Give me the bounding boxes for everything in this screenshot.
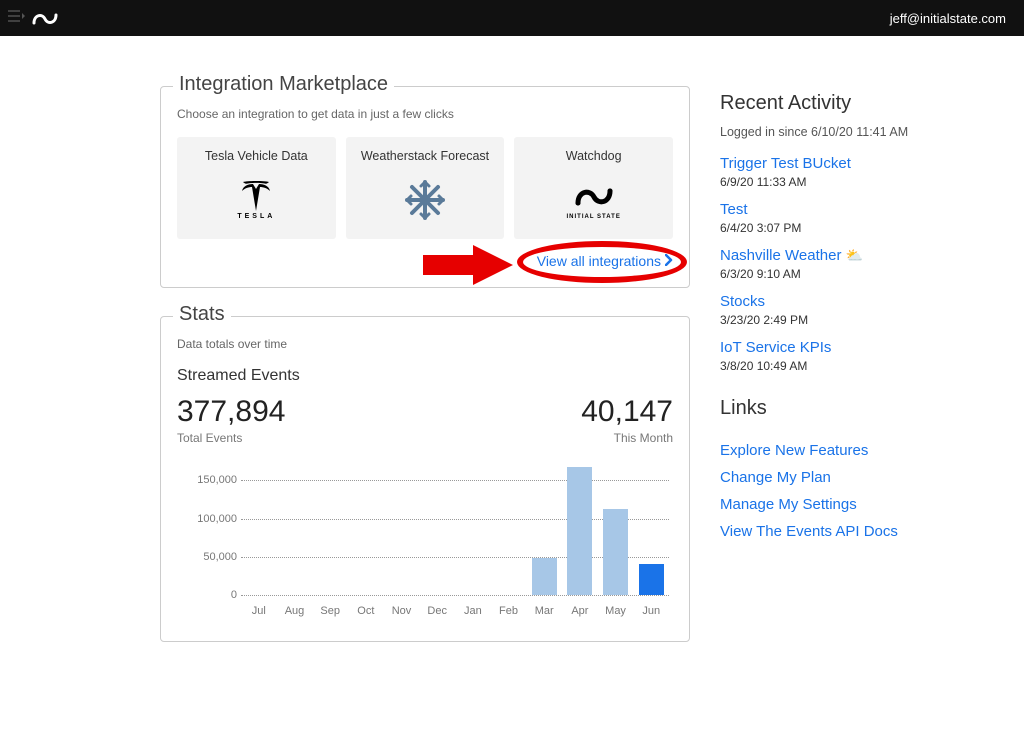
stats-title: Stats	[173, 303, 231, 326]
activity-link[interactable]: Stocks	[720, 293, 765, 310]
main-column: Integration Marketplace Choose an integr…	[160, 86, 690, 670]
integration-card-watchdog[interactable]: Watchdog INITIAL STATE	[514, 137, 673, 239]
stats-section-header: Streamed Events	[177, 367, 673, 385]
xtick-label: Jan	[455, 605, 491, 617]
annotation-arrow	[423, 245, 513, 290]
bar-slot	[455, 465, 491, 595]
bar-slot	[633, 465, 669, 595]
bar-slot	[384, 465, 420, 595]
month-events-label: This Month	[581, 431, 673, 445]
activity-time: 3/8/20 10:49 AM	[720, 359, 980, 373]
chevron-right-icon	[665, 253, 673, 269]
total-events-value: 377,894	[177, 395, 285, 429]
view-all-integrations-link[interactable]: View all integrations	[537, 253, 673, 269]
page-body: Integration Marketplace Choose an integr…	[0, 36, 1024, 710]
bar-slot	[491, 465, 527, 595]
marketplace-panel: Integration Marketplace Choose an integr…	[160, 86, 690, 288]
xtick-label: Oct	[348, 605, 384, 617]
view-all-label: View all integrations	[537, 253, 661, 269]
ytick-label: 150,000	[187, 474, 237, 486]
bar-slot	[562, 465, 598, 595]
total-events-label: Total Events	[177, 431, 285, 445]
activity-item: Trigger Test BUcket 6/9/20 11:33 AM	[720, 155, 980, 189]
snowflake-icon	[403, 171, 447, 229]
integration-card-tesla[interactable]: Tesla Vehicle Data TESLA	[177, 137, 336, 239]
bar-slot	[277, 465, 313, 595]
bar[interactable]	[532, 558, 557, 595]
xtick-label: Jul	[241, 605, 277, 617]
xtick-label: Aug	[277, 605, 313, 617]
bar-slot	[348, 465, 384, 595]
user-email[interactable]: jeff@initialstate.com	[890, 11, 1006, 26]
sidebar: Recent Activity Logged in since 6/10/20 …	[720, 86, 980, 670]
stats-panel: Stats Data totals over time Streamed Eve…	[160, 316, 690, 642]
menu-icon[interactable]	[8, 9, 26, 28]
month-events-block: 40,147 This Month	[581, 395, 673, 445]
activity-time: 6/3/20 9:10 AM	[720, 267, 980, 281]
side-link[interactable]: Manage My Settings	[720, 496, 980, 513]
activity-item: Test 6/4/20 3:07 PM	[720, 201, 980, 235]
topbar-left	[8, 7, 60, 29]
ytick-label: 100,000	[187, 513, 237, 525]
weather-icon: ⛅	[845, 247, 862, 264]
activity-time: 6/9/20 11:33 AM	[720, 175, 980, 189]
xtick-label: Mar	[526, 605, 562, 617]
xtick-label: Feb	[491, 605, 527, 617]
topbar: jeff@initialstate.com	[0, 0, 1024, 36]
bar[interactable]	[639, 564, 664, 595]
bar[interactable]	[603, 509, 628, 595]
month-events-value: 40,147	[581, 395, 673, 429]
activity-link[interactable]: Nashville Weather⛅	[720, 247, 863, 264]
activity-time: 6/4/20 3:07 PM	[720, 221, 980, 235]
marketplace-subtitle: Choose an integration to get data in jus…	[177, 107, 673, 121]
xtick-label: Jun	[633, 605, 669, 617]
gridline	[241, 595, 669, 596]
marketplace-title: Integration Marketplace	[173, 73, 394, 96]
recent-activity-list: Trigger Test BUcket 6/9/20 11:33 AM Test 6/…	[720, 155, 980, 373]
tesla-icon: TESLA	[237, 171, 275, 229]
logged-in-text: Logged in since 6/10/20 11:41 AM	[720, 125, 980, 139]
xtick-label: Apr	[562, 605, 598, 617]
integration-card-weatherstack[interactable]: Weatherstack Forecast	[346, 137, 505, 239]
activity-link[interactable]: Test	[720, 201, 748, 218]
integration-cards: Tesla Vehicle Data TESLA Weatherstack Fo…	[177, 137, 673, 239]
bar-slot	[312, 465, 348, 595]
activity-item: IoT Service KPIs 3/8/20 10:49 AM	[720, 339, 980, 373]
recent-activity-title: Recent Activity	[720, 92, 980, 115]
card-title: Tesla Vehicle Data	[205, 149, 308, 163]
xtick-label: May	[598, 605, 634, 617]
chart-xticks: JulAugSepOctNovDecJanFebMarAprMayJun	[241, 605, 669, 617]
bar[interactable]	[567, 467, 592, 595]
stats-subtitle: Data totals over time	[177, 337, 673, 351]
xtick-label: Sep	[312, 605, 348, 617]
activity-item: Stocks 3/23/20 2:49 PM	[720, 293, 980, 327]
brand-logo[interactable]	[30, 7, 60, 29]
xtick-label: Dec	[419, 605, 455, 617]
card-title: Weatherstack Forecast	[361, 149, 489, 163]
side-link[interactable]: View The Events API Docs	[720, 523, 980, 540]
links-title: Links	[720, 397, 980, 420]
activity-time: 3/23/20 2:49 PM	[720, 313, 980, 327]
card-title: Watchdog	[566, 149, 622, 163]
bar-slot	[598, 465, 634, 595]
bar-slot	[526, 465, 562, 595]
bar-slot	[419, 465, 455, 595]
ytick-label: 0	[187, 589, 237, 601]
events-bar-chart: 0 50,000 100,000 150,000 JulAugSepOctNovDec…	[187, 465, 669, 625]
ytick-label: 50,000	[187, 551, 237, 563]
side-link[interactable]: Explore New Features	[720, 442, 980, 459]
activity-link[interactable]: Trigger Test BUcket	[720, 155, 851, 172]
xtick-label: Nov	[384, 605, 420, 617]
stats-summary-row: 377,894 Total Events 40,147 This Month	[177, 395, 673, 445]
activity-link[interactable]: IoT Service KPIs	[720, 339, 831, 356]
total-events-block: 377,894 Total Events	[177, 395, 285, 445]
bar-slot	[241, 465, 277, 595]
view-all-row: View all integrations	[177, 253, 673, 271]
chart-bars	[241, 465, 669, 595]
side-link[interactable]: Change My Plan	[720, 469, 980, 486]
links-list: Explore New Features Change My Plan Manage…	[720, 442, 980, 540]
activity-item: Nashville Weather⛅ 6/3/20 9:10 AM	[720, 247, 980, 281]
initial-state-icon: INITIAL STATE	[567, 171, 621, 229]
